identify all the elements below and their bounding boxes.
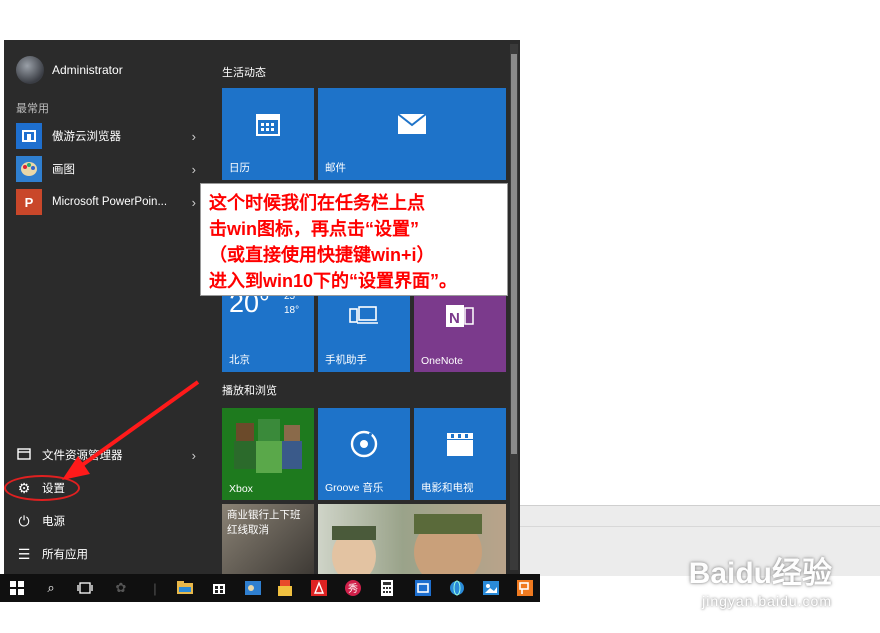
group-label-play: 播放和浏览 (222, 385, 277, 397)
clapperboard-icon (414, 408, 506, 480)
user-account[interactable]: Administrator (16, 54, 123, 86)
groove-music-icon (318, 408, 410, 480)
annotation-line-2: 击win图标，再点击“设置” (209, 219, 419, 239)
file-explorer-icon[interactable] (176, 579, 194, 597)
power-item[interactable]: ⏻ 电源 (16, 509, 202, 533)
app-item-maxthon[interactable]: 傲游云浏览器 › (16, 122, 202, 150)
tiles-area: 生活动态 日历 邮件 20° 25° 18° 北京 手机助手 N OneNote… (208, 40, 520, 574)
photo-soldiers-image (332, 514, 482, 574)
tile-label: Xbox (229, 483, 253, 495)
taskbar-app-icon[interactable] (276, 579, 294, 597)
settings-highlight-ellipse (4, 475, 80, 501)
tile-xbox[interactable]: Xbox (222, 408, 314, 500)
news-headline-line1: 商业银行上下班 (227, 509, 301, 521)
paint-icon[interactable] (244, 579, 262, 597)
maxthon-icon[interactable] (414, 579, 432, 597)
all-apps-label: 所有应用 (42, 549, 88, 561)
chevron-right-icon[interactable]: › (192, 448, 196, 463)
annotation-line-3: （或直接使用快捷键win+i） (209, 245, 435, 265)
pinned-app-icon[interactable]: ✿ (112, 579, 130, 597)
separator-icon: | (153, 580, 157, 596)
tile-label: Groove 音乐 (325, 482, 384, 494)
app-label: 傲游云浏览器 (52, 131, 121, 143)
calendar-icon (222, 88, 314, 160)
baidu-watermark: Baidu经验 (688, 557, 832, 590)
svg-text:N: N (449, 310, 460, 327)
tile-movies-tv[interactable]: 电影和电视 (414, 408, 506, 500)
weather-low: 18° (284, 305, 300, 316)
acrobat-icon[interactable] (310, 579, 328, 597)
xiu-app-icon[interactable]: 秀 (344, 579, 362, 597)
tile-news[interactable]: 商业银行上下班 红线取消 (222, 504, 314, 574)
app-item-powerpoint[interactable]: P Microsoft PowerPoin... › (16, 188, 202, 216)
windows-start-icon[interactable] (8, 579, 26, 597)
power-icon: ⏻ (18, 513, 30, 529)
svg-text:秀: 秀 (348, 583, 358, 595)
app-label: Microsoft PowerPoin... (52, 196, 168, 208)
presentation-app-icon[interactable] (516, 579, 534, 597)
paint-icon (16, 156, 42, 182)
tile-label: 日历 (229, 162, 250, 174)
calculator-icon[interactable] (378, 579, 396, 597)
baidu-watermark-url: jingyan.baidu.com (702, 593, 832, 609)
xbox-avatars-icon (222, 408, 314, 480)
tile-label: 北京 (229, 354, 250, 366)
mail-icon (318, 88, 506, 160)
tile-groove[interactable]: Groove 音乐 (318, 408, 410, 500)
all-apps-icon: ☰ (17, 546, 31, 562)
app-label: 画图 (52, 164, 75, 176)
tile-mail[interactable]: 邮件 (318, 88, 506, 180)
news-headline-line2: 红线取消 (227, 524, 269, 536)
maxthon-icon (16, 123, 42, 149)
power-label: 电源 (42, 516, 65, 528)
scrollbar-thumb[interactable] (511, 54, 517, 454)
tile-label: 电影和电视 (421, 482, 474, 494)
all-apps-item[interactable]: ☰ 所有应用 (16, 542, 202, 566)
file-explorer-icon (16, 447, 32, 463)
tile-calendar[interactable]: 日历 (222, 88, 314, 180)
file-explorer-item[interactable]: 文件资源管理器 › (16, 443, 202, 467)
tile-photo[interactable] (318, 504, 506, 574)
tile-label: 手机助手 (325, 354, 367, 366)
store-icon[interactable] (210, 579, 228, 597)
chevron-right-icon[interactable]: › (192, 129, 196, 144)
start-menu: Administrator 最常用 傲游云浏览器 › 画图 › P Micros… (4, 40, 520, 574)
most-used-label: 最常用 (16, 103, 49, 115)
news-headline: 商业银行上下班 红线取消 (227, 508, 301, 538)
app-item-paint[interactable]: 画图 › (16, 155, 202, 183)
file-explorer-label: 文件资源管理器 (42, 450, 123, 462)
background-row (520, 526, 880, 527)
powerpoint-icon: P (16, 189, 42, 215)
chevron-right-icon[interactable]: › (192, 195, 196, 210)
annotation-line-1: 这个时候我们在任务栏上点 (209, 193, 425, 213)
tile-label: OneNote (421, 355, 464, 367)
globe-app-icon[interactable] (448, 579, 466, 597)
user-name: Administrator (52, 63, 123, 77)
taskbar: ⌕ ✿ | 秀 (0, 574, 540, 602)
tile-label: 邮件 (325, 162, 346, 174)
annotation-line-4: 进入到win10下的“设置界面”。 (209, 271, 458, 291)
chevron-right-icon[interactable]: › (192, 162, 196, 177)
search-icon[interactable]: ⌕ (42, 579, 60, 597)
task-view-icon[interactable] (76, 579, 94, 597)
annotation-note: 这个时候我们在任务栏上点 击win图标，再点击“设置” （或直接使用快捷键win… (200, 183, 508, 296)
avatar (16, 56, 44, 84)
group-label-live: 生活动态 (222, 67, 266, 79)
scrollbar[interactable] (510, 44, 518, 570)
photo-app-icon[interactable] (482, 579, 500, 597)
